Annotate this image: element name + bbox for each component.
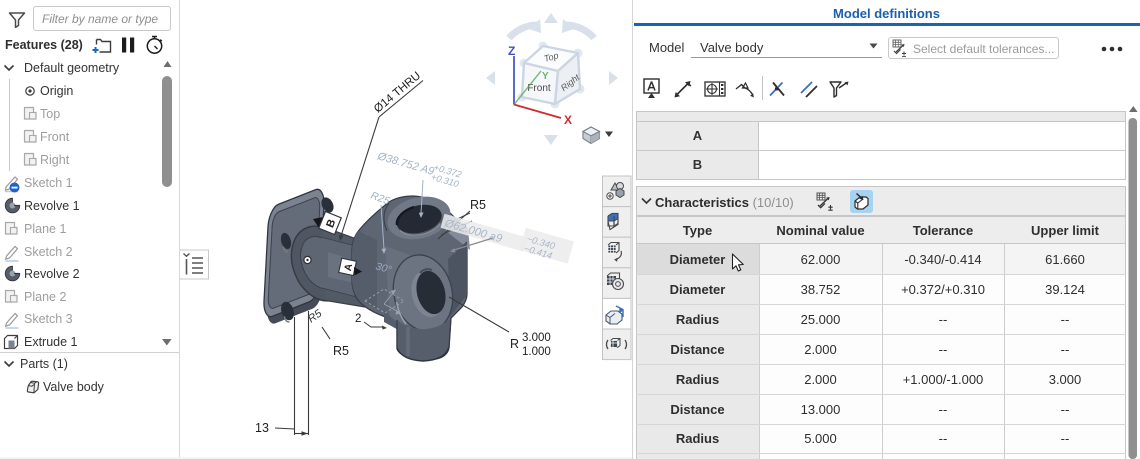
svg-text:3.000: 3.000 [522,332,551,344]
svg-text:R5: R5 [470,198,486,212]
svg-text:R: R [510,337,519,351]
svg-text:1.000: 1.000 [522,346,551,358]
svg-text:Y: Y [542,71,549,82]
svg-text:2: 2 [355,313,361,325]
svg-text:X: X [564,113,572,127]
svg-text:13: 13 [255,421,269,435]
svg-text:Ø38.752 A9: Ø38.752 A9 [375,150,435,178]
svg-text:Ø14 THRU: Ø14 THRU [372,70,423,116]
svg-text:R25: R25 [369,190,391,208]
svg-text:R5: R5 [333,344,349,358]
svg-text:Z: Z [508,44,515,58]
